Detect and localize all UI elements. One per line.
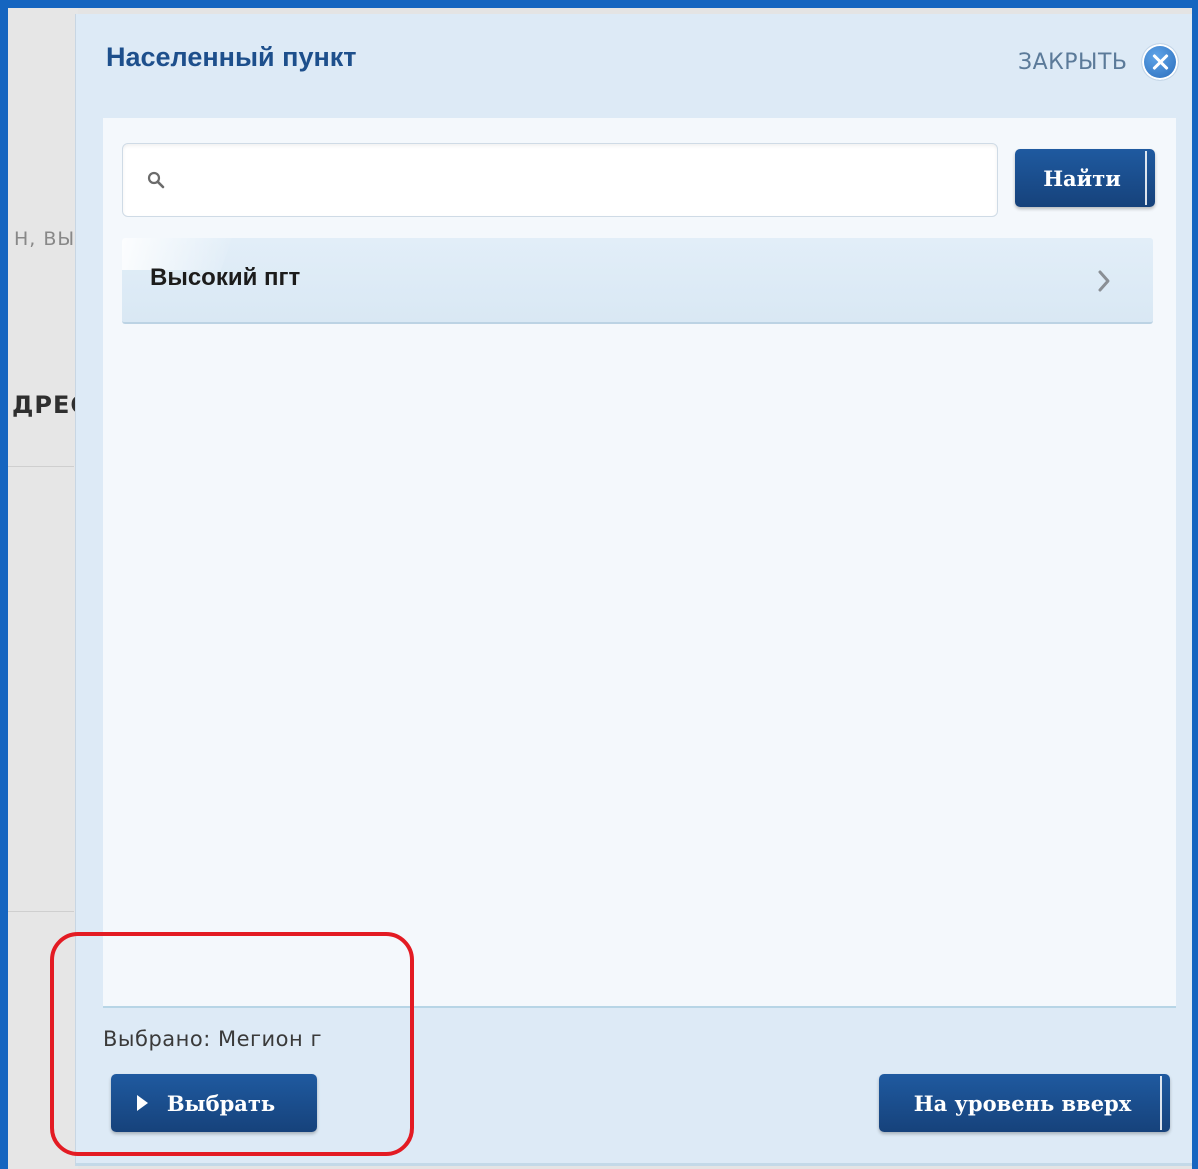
search-box[interactable] bbox=[122, 143, 998, 217]
background-page: Н, ВЫ ДРЕС bbox=[8, 8, 88, 1169]
background-text-partial: Н, ВЫ bbox=[14, 228, 76, 250]
level-up-button[interactable]: На уровень вверх bbox=[879, 1074, 1170, 1132]
dialog-title: Населенный пункт bbox=[106, 42, 357, 72]
list-item-label: Высокий пгт bbox=[150, 264, 301, 291]
selected-value-text: Выбрано: Мегион г bbox=[103, 1027, 322, 1051]
locality-dialog: Населенный пункт ЗАКРЫТЬ Найти Высокий п… bbox=[75, 14, 1192, 1166]
select-button[interactable]: Выбрать bbox=[111, 1074, 317, 1132]
close-link[interactable]: ЗАКРЫТЬ bbox=[1018, 50, 1127, 75]
play-icon bbox=[137, 1095, 148, 1111]
search-input[interactable] bbox=[183, 158, 977, 204]
chevron-right-icon bbox=[1098, 270, 1110, 292]
select-button-label: Выбрать bbox=[166, 1091, 276, 1116]
background-divider bbox=[8, 466, 74, 467]
screen-frame: Н, ВЫ ДРЕС Населенный пункт ЗАКРЫТЬ Найт… bbox=[0, 0, 1198, 1169]
search-icon bbox=[147, 171, 165, 189]
find-button[interactable]: Найти bbox=[1015, 149, 1155, 207]
list-item[interactable]: Высокий пгт bbox=[122, 238, 1153, 324]
close-icon[interactable] bbox=[1142, 44, 1178, 80]
background-divider bbox=[8, 911, 74, 912]
content-panel: Найти Высокий пгт bbox=[103, 118, 1176, 1008]
